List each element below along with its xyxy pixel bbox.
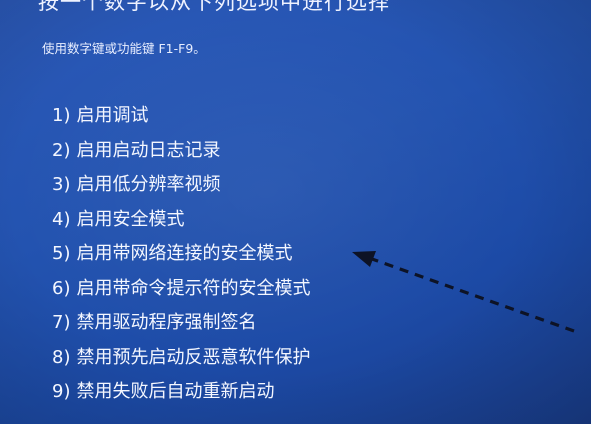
option-number: 4) bbox=[52, 208, 71, 230]
option-enable-low-resolution-video[interactable]: 3) 启用低分辨率视频 bbox=[52, 168, 310, 203]
option-label: 禁用预先启动反恶意软件保护 bbox=[76, 346, 311, 368]
option-label: 启用低分辨率视频 bbox=[76, 174, 221, 195]
option-label: 启用安全模式 bbox=[76, 208, 185, 230]
option-enable-debugging[interactable]: 1) 启用调试 bbox=[52, 99, 310, 134]
instruction-text: 使用数字键或功能键 F1-F9。 bbox=[42, 41, 206, 56]
option-number: 1) bbox=[52, 105, 71, 126]
option-label: 启用带网络连接的安全模式 bbox=[76, 243, 293, 264]
option-label: 启用带命令提示符的安全模式 bbox=[76, 277, 311, 299]
option-number: 7) bbox=[52, 312, 71, 333]
option-number: 6) bbox=[52, 277, 71, 299]
option-enable-safe-mode[interactable]: 4) 启用安全模式 bbox=[52, 203, 310, 238]
option-number: 2) bbox=[52, 139, 71, 161]
option-number: 9) bbox=[52, 381, 71, 402]
option-label: 启用启动日志记录 bbox=[76, 139, 221, 161]
option-label: 禁用驱动程序强制签名 bbox=[76, 312, 257, 333]
page-title: 按一个数字以从下列选项中进行选择 bbox=[38, 0, 390, 14]
option-disable-early-launch-anti-malware[interactable]: 8) 禁用预先启动反恶意软件保护 bbox=[52, 341, 310, 376]
option-number: 5) bbox=[52, 243, 71, 264]
option-disable-driver-signature-enforcement[interactable]: 7) 禁用驱动程序强制签名 bbox=[52, 306, 310, 341]
option-label: 启用调试 bbox=[76, 105, 149, 126]
option-enable-boot-logging[interactable]: 2) 启用启动日志记录 bbox=[52, 134, 310, 169]
option-enable-safe-mode-with-command-prompt[interactable]: 6) 启用带命令提示符的安全模式 bbox=[52, 272, 310, 307]
option-disable-automatic-restart[interactable]: 9) 禁用失败后自动重新启动 bbox=[52, 375, 310, 410]
option-number: 3) bbox=[52, 174, 71, 195]
arrow-head bbox=[352, 251, 376, 267]
option-enable-safe-mode-with-networking[interactable]: 5) 启用带网络连接的安全模式 bbox=[52, 237, 310, 272]
startup-options-list: 1) 启用调试 2) 启用启动日志记录 3) 启用低分辨率视频 4) 启用安全模式 5)… bbox=[52, 99, 310, 410]
option-number: 8) bbox=[52, 346, 71, 368]
option-label: 禁用失败后自动重新启动 bbox=[76, 381, 275, 402]
arrow-shaft bbox=[371, 257, 575, 333]
